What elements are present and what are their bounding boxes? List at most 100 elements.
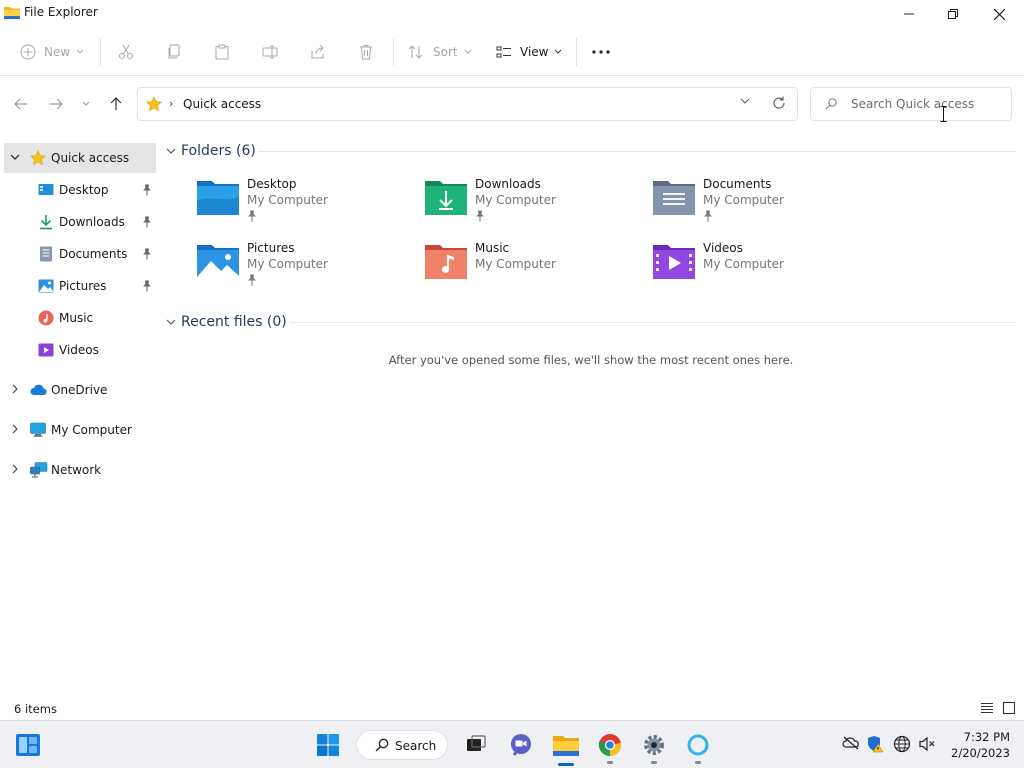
- share-button[interactable]: [310, 40, 326, 64]
- desktop-icon: [38, 184, 54, 195]
- new-label: New: [44, 45, 71, 59]
- sort-button[interactable]: Sort: [408, 40, 472, 64]
- teams-chat-button[interactable]: [505, 721, 537, 768]
- chrome-icon: [598, 734, 621, 756]
- folder-tile-downloads[interactable]: Downloads My Computer: [425, 177, 645, 233]
- forward-button[interactable]: [44, 92, 68, 116]
- chevron-down-icon: [76, 49, 84, 54]
- breadcrumb-separator-icon: ›: [169, 97, 174, 110]
- file-explorer-icon: [553, 736, 579, 756]
- status-bar: 6 items: [0, 698, 1024, 720]
- recent-files-group-header[interactable]: Recent files (0): [166, 312, 287, 332]
- pin-icon: [704, 210, 712, 222]
- plus-circle-icon: [20, 44, 36, 60]
- security-shield-warning-icon[interactable]: [866, 735, 884, 753]
- folder-tile-pictures[interactable]: Pictures My Computer: [197, 241, 417, 297]
- sidebar-item-label: Desktop: [59, 183, 109, 197]
- desktop-folder-icon: [197, 181, 239, 215]
- chevron-down-icon: [166, 148, 176, 154]
- sidebar-item-quick-access[interactable]: Quick access: [4, 143, 156, 173]
- clock-date: 2/20/2023: [951, 746, 1010, 760]
- taskbar-search-button[interactable]: Search: [356, 730, 448, 760]
- folder-tile-documents[interactable]: Documents My Computer: [653, 177, 873, 233]
- address-bar[interactable]: › Quick access: [137, 87, 798, 121]
- restore-button[interactable]: [930, 0, 976, 28]
- clipboard-icon: [215, 44, 229, 60]
- restore-icon: [948, 9, 958, 19]
- rename-button[interactable]: [262, 40, 278, 64]
- taskbar: Search 7:32 PM 2/20/2023: [0, 720, 1024, 768]
- folders-group-header[interactable]: Folders (6): [166, 141, 256, 161]
- folder-tile-videos[interactable]: Videos My Computer: [653, 241, 873, 297]
- folder-name: Pictures: [247, 241, 295, 255]
- sidebar-item-label: Network: [51, 463, 102, 477]
- task-view-button[interactable]: [460, 721, 492, 768]
- folder-tile-desktop[interactable]: Desktop My Computer: [197, 177, 417, 233]
- file-explorer-icon: [4, 7, 20, 19]
- text-cursor-icon: [940, 106, 947, 122]
- search-icon: [825, 98, 837, 110]
- sidebar-item-videos[interactable]: Videos: [4, 335, 156, 365]
- minimize-button[interactable]: [886, 0, 932, 28]
- sidebar-item-my-computer[interactable]: My Computer: [4, 415, 156, 445]
- folder-tile-music[interactable]: Music My Computer: [425, 241, 645, 297]
- speaker-muted-icon[interactable]: [918, 735, 936, 753]
- clock[interactable]: 7:32 PM 2/20/2023: [936, 729, 1010, 761]
- delete-button[interactable]: [358, 40, 374, 64]
- folder-location: My Computer: [703, 257, 784, 271]
- search-box[interactable]: Search Quick access: [810, 87, 1012, 121]
- folder-location: My Computer: [475, 193, 556, 207]
- start-button[interactable]: [310, 721, 346, 768]
- chevron-down-icon[interactable]: [740, 98, 750, 105]
- navigation-pane: Quick access Desktop Downloads Documents…: [0, 140, 158, 696]
- refresh-icon[interactable]: [772, 96, 786, 110]
- sidebar-item-pictures[interactable]: Pictures: [4, 271, 156, 301]
- chat-icon: [511, 734, 531, 756]
- network-icon: [30, 462, 48, 478]
- cut-button[interactable]: [118, 40, 134, 64]
- cloud-icon: [30, 384, 47, 395]
- sidebar-item-desktop[interactable]: Desktop: [4, 175, 156, 205]
- new-button[interactable]: New: [20, 40, 84, 64]
- window-title: File Explorer: [24, 5, 98, 19]
- arrow-right-icon: [50, 98, 63, 110]
- view-label: View: [520, 45, 549, 59]
- pin-icon: [143, 216, 151, 228]
- close-button[interactable]: [976, 0, 1022, 28]
- active-app-indicator: [558, 763, 574, 766]
- network-globe-icon[interactable]: [893, 735, 911, 753]
- more-dots-icon: [592, 50, 610, 54]
- details-view-icon[interactable]: [980, 701, 994, 715]
- taskbar-search-label: Search: [395, 739, 437, 753]
- item-count: 6 items: [14, 702, 57, 716]
- running-app-indicator: [651, 761, 657, 764]
- sidebar-item-onedrive[interactable]: OneDrive: [4, 375, 156, 405]
- view-button[interactable]: View: [496, 40, 562, 64]
- recent-locations-button[interactable]: [74, 92, 98, 116]
- sidebar-item-music[interactable]: Music: [4, 303, 156, 333]
- running-app-indicator: [695, 761, 701, 764]
- copy-button[interactable]: [166, 40, 182, 64]
- pin-icon: [143, 280, 151, 292]
- sidebar-item-documents[interactable]: Documents: [4, 239, 156, 269]
- recent-files-heading: Recent files (0): [181, 314, 287, 330]
- search-input[interactable]: Search Quick access: [851, 97, 974, 111]
- breadcrumb-quick-access[interactable]: Quick access: [183, 97, 261, 111]
- recent-files-empty-message: After you've opened some files, we'll sh…: [388, 353, 794, 367]
- folder-name: Downloads: [475, 177, 541, 191]
- widgets-button[interactable]: [10, 721, 46, 768]
- back-button[interactable]: [9, 92, 33, 116]
- paste-button[interactable]: [214, 40, 230, 64]
- up-button[interactable]: [104, 92, 128, 116]
- pin-icon: [143, 248, 151, 260]
- sidebar-item-label: My Computer: [51, 423, 132, 437]
- tiles-view-icon[interactable]: [1002, 701, 1016, 715]
- trash-icon: [360, 45, 372, 60]
- sidebar-item-network[interactable]: Network: [4, 455, 156, 485]
- windows-logo-icon: [317, 734, 339, 756]
- sidebar-item-downloads[interactable]: Downloads: [4, 207, 156, 237]
- search-icon: [375, 738, 389, 752]
- onedrive-offline-icon[interactable]: [842, 735, 860, 751]
- more-options-button[interactable]: [592, 40, 610, 64]
- file-explorer-taskbar-button[interactable]: [548, 721, 584, 768]
